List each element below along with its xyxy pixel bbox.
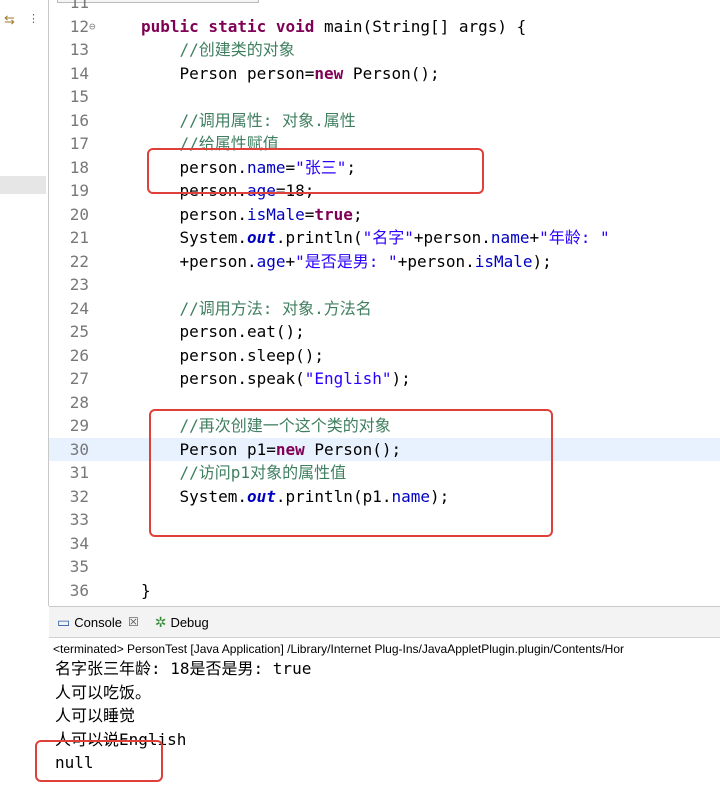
code-line[interactable]: 11 (49, 0, 720, 15)
code-line[interactable]: 24 //调用方法: 对象.方法名 (49, 297, 720, 321)
code-text: person.speak("English"); (141, 369, 411, 388)
code-line[interactable]: 21 System.out.println("名字"+person.name+"… (49, 226, 720, 250)
line-number: 14 (69, 63, 89, 83)
line-number: 30 (69, 439, 89, 459)
line-number: 18 (69, 157, 89, 177)
code-line[interactable]: 15 (49, 85, 720, 109)
console-output-line: 名字张三年龄: 18是否是男: true (55, 659, 312, 678)
code-text: public static void main(String[] args) { (141, 16, 527, 36)
line-number: 25 (69, 322, 89, 341)
console-icon: ▭ (57, 613, 71, 630)
line-number: 28 (69, 392, 89, 412)
line-number: 17 (69, 134, 89, 153)
line-number: 16 (69, 110, 89, 130)
code-line[interactable]: 23 (49, 273, 720, 297)
selected-tree-row[interactable] (0, 176, 46, 194)
code-text: //调用属性: 对象.属性 (179, 110, 356, 130)
code-text: } (141, 580, 151, 600)
tab-console-label: Console (74, 614, 122, 630)
close-icon[interactable]: ☒ (128, 615, 139, 629)
package-explorer-icon[interactable]: ⇆ (4, 12, 15, 28)
console-output-line: 人可以吃饭。 (55, 682, 152, 702)
code-line[interactable]: 36} (49, 579, 720, 603)
code-line[interactable]: 27 person.speak("English"); (49, 367, 720, 391)
code-text: +person.age+"是否是男: "+person.isMale); (141, 251, 552, 271)
code-line[interactable]: 14 Person person=new Person(); (49, 62, 720, 86)
code-line[interactable]: 22 +person.age+"是否是男: "+person.isMale); (49, 250, 720, 274)
code-text: //创建类的对象 (179, 40, 295, 59)
code-line[interactable]: 26 person.sleep(); (49, 344, 720, 368)
line-number: 31 (69, 463, 89, 482)
tab-console[interactable]: ▭ Console ☒ (49, 607, 147, 637)
line-number: 20 (69, 204, 89, 224)
line-number: 19 (69, 181, 89, 200)
line-number: 23 (69, 275, 89, 294)
line-number: 32 (69, 486, 89, 506)
package-explorer-strip: ⇆ ⋮ (0, 0, 48, 811)
code-text: person.isMale=true; (141, 204, 363, 224)
code-line[interactable]: 35 (49, 555, 720, 579)
line-number: 21 (69, 228, 89, 247)
code-line[interactable]: 25 person.eat(); (49, 320, 720, 344)
line-number: 29 (69, 416, 89, 435)
fold-icon[interactable]: ⊖ (89, 15, 96, 39)
code-text: System.out.println("名字"+person.name+"年龄:… (141, 228, 610, 247)
line-number: 12 (69, 16, 89, 36)
line-number: 15 (69, 87, 89, 106)
console-output-line: 人可以睡觉 (55, 706, 136, 725)
code-line[interactable]: 16 //调用属性: 对象.属性 (49, 109, 720, 133)
more-icon[interactable]: ⋮ (28, 12, 39, 25)
line-number: 22 (69, 251, 89, 271)
code-line[interactable]: 13 //创建类的对象 (49, 38, 720, 62)
line-number: 35 (69, 557, 89, 576)
line-number: 33 (69, 510, 89, 529)
code-editor[interactable]: 11 12 ⊖ public static void main(String[] ar… (49, 0, 720, 606)
line-number: 11 (69, 0, 89, 12)
line-number: 36 (69, 580, 89, 600)
view-tabs: ▭ Console ☒ ✲ Debug (49, 607, 720, 638)
code-text: //调用方法: 对象.方法名 (179, 298, 372, 318)
console-view: ▭ Console ☒ ✲ Debug <terminated> PersonT… (35, 606, 720, 812)
highlight-box-new-object (149, 409, 553, 537)
debug-bug-icon: ✲ (154, 613, 167, 630)
line-number: 34 (69, 533, 89, 553)
code-text: person.sleep(); (141, 345, 325, 365)
highlight-box-name-assignment (147, 148, 484, 194)
line-number: 27 (69, 369, 89, 388)
highlight-box-null-output (35, 740, 163, 782)
code-line[interactable]: 20 person.isMale=true; (49, 203, 720, 227)
line-number: 13 (69, 40, 89, 59)
tab-debug-label: Debug (170, 614, 209, 630)
tab-debug[interactable]: ✲ Debug (147, 607, 217, 637)
line-number: 26 (69, 345, 89, 365)
line-number: 24 (69, 298, 89, 318)
code-line[interactable]: 12 ⊖ public static void main(String[] args… (49, 15, 720, 39)
code-text: person.eat(); (141, 322, 305, 341)
code-text: Person person=new Person(); (141, 63, 440, 83)
